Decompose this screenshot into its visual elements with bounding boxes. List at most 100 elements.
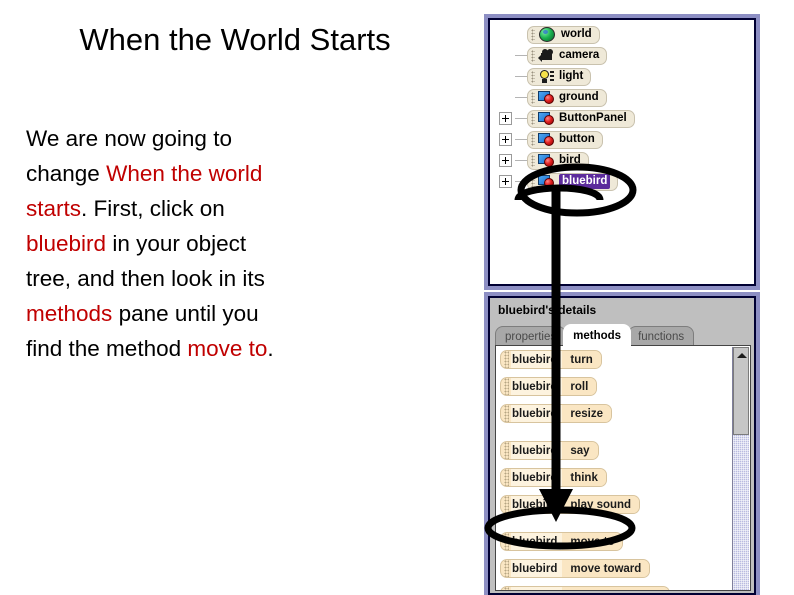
method-name-label: say: [562, 442, 598, 459]
tree-item-label: camera: [559, 49, 600, 61]
method-owner-label: bluebird: [511, 533, 563, 550]
method-name-label: turn: [562, 351, 601, 368]
method-owner-label: bluebird: [511, 405, 563, 422]
tree-connector-line: [515, 55, 527, 56]
method-tile[interactable]: bluebird say: [500, 441, 599, 460]
drag-grip-icon[interactable]: [531, 175, 535, 188]
method-tile[interactable]: bluebird move to: [500, 532, 624, 551]
object-tree-list: world camera light ground ButtonPanel button b…: [490, 24, 754, 192]
tree-item-ground[interactable]: ground: [490, 87, 754, 108]
drag-grip-icon[interactable]: [531, 112, 535, 125]
method-name-label: play sound: [562, 496, 640, 513]
drag-grip-icon[interactable]: [504, 560, 509, 577]
method-name-label: roll: [562, 378, 597, 395]
methods-scrollbar[interactable]: [732, 347, 749, 590]
drag-grip-icon[interactable]: [531, 133, 535, 146]
drag-grip-icon[interactable]: [531, 28, 535, 41]
drag-grip-icon[interactable]: [531, 49, 535, 62]
tree-tile[interactable]: light: [527, 67, 592, 86]
tree-toggle-spacer: [499, 70, 512, 83]
tab-methods[interactable]: methods: [563, 324, 632, 346]
tree-item-label: light: [559, 70, 584, 82]
drag-grip-icon[interactable]: [504, 442, 509, 459]
method-row[interactable]: bluebirdmove away from: [500, 585, 728, 590]
details-panel: bluebird's details properties methods func…: [484, 292, 760, 595]
tree-item-bluebird[interactable]: bluebird: [490, 171, 754, 192]
tree-item-label: world: [561, 28, 592, 40]
slide-text-plain: . First, click on: [81, 196, 225, 221]
object-icon: [538, 153, 555, 168]
method-tile[interactable]: bluebirdmove away from: [500, 586, 670, 590]
tree-tile[interactable]: bluebird: [527, 172, 619, 191]
method-row[interactable]: bluebird roll: [500, 376, 728, 397]
slide-text-highlight: move to: [187, 336, 268, 361]
tree-item-bird[interactable]: bird: [490, 150, 754, 171]
drag-grip-icon[interactable]: [504, 469, 509, 486]
drag-grip-icon[interactable]: [504, 378, 509, 395]
tree-tile[interactable]: ButtonPanel: [527, 109, 635, 128]
method-row[interactable]: bluebird move toward: [500, 558, 728, 579]
drag-grip-icon[interactable]: [531, 154, 535, 167]
details-tab-strip: properties methods functions: [495, 324, 695, 346]
method-tile[interactable]: bluebird think: [500, 468, 607, 487]
method-row[interactable]: bluebird resize: [500, 403, 728, 424]
expand-plus-icon[interactable]: [499, 154, 512, 167]
tree-connector-line: [515, 181, 527, 182]
tree-item-button[interactable]: button: [490, 129, 754, 150]
tree-item-buttonpanel[interactable]: ButtonPanel: [490, 108, 754, 129]
drag-grip-icon[interactable]: [531, 91, 535, 104]
drag-grip-icon[interactable]: [504, 351, 509, 368]
tree-tile[interactable]: bird: [527, 151, 589, 170]
tree-item-label: button: [559, 133, 595, 145]
object-icon: [538, 174, 555, 189]
tree-item-light[interactable]: light: [490, 66, 754, 87]
tree-item-world[interactable]: world: [490, 24, 754, 45]
tree-connector-line: [515, 139, 527, 140]
method-row[interactable]: bluebird turn: [500, 349, 728, 370]
scroll-up-arrow-icon[interactable]: [737, 353, 747, 358]
method-row[interactable]: bluebird move to: [500, 531, 728, 552]
tree-tile[interactable]: world: [527, 25, 600, 44]
tree-connector-line: [515, 97, 527, 98]
details-viewport: bluebird's details properties methods func…: [488, 296, 756, 595]
drag-grip-icon[interactable]: [504, 405, 509, 422]
details-title: bluebird's details: [498, 303, 597, 317]
tree-item-label: ground: [559, 91, 599, 103]
tree-item-label: bluebird: [559, 174, 611, 189]
tree-tile[interactable]: camera: [527, 46, 608, 65]
object-icon: [538, 132, 555, 147]
expand-plus-icon[interactable]: [499, 133, 512, 146]
expand-plus-icon[interactable]: [499, 112, 512, 125]
tree-tile[interactable]: ground: [527, 88, 607, 107]
tab-functions[interactable]: functions: [628, 326, 695, 346]
method-tile[interactable]: bluebird move toward: [500, 559, 651, 578]
tab-properties[interactable]: properties: [495, 326, 567, 346]
method-row[interactable]: bluebird think: [500, 467, 728, 488]
method-owner-label: bluebird: [511, 351, 563, 368]
tree-connector-line: [515, 76, 527, 77]
tree-tile[interactable]: button: [527, 130, 603, 149]
method-row[interactable]: bluebird play sound: [500, 494, 728, 515]
drag-grip-icon[interactable]: [504, 496, 509, 513]
method-owner-label: bluebird: [511, 442, 563, 459]
drag-grip-icon[interactable]: [504, 533, 509, 550]
method-owner-label: bluebird: [511, 378, 563, 395]
object-tree-panel: world camera light ground ButtonPanel button b…: [484, 14, 760, 290]
tree-connector-line: [515, 34, 527, 35]
method-name-label: think: [562, 469, 606, 486]
method-name-label: move to: [562, 533, 623, 550]
method-tile[interactable]: bluebird turn: [500, 350, 602, 369]
tree-toggle-spacer: [499, 49, 512, 62]
tree-toggle-spacer: [499, 28, 512, 41]
tree-item-camera[interactable]: camera: [490, 45, 754, 66]
scrollbar-thumb[interactable]: [733, 347, 749, 435]
world-icon: [538, 26, 557, 43]
method-tile[interactable]: bluebird play sound: [500, 495, 641, 514]
expand-plus-icon[interactable]: [499, 175, 512, 188]
method-name-label: resize: [562, 405, 611, 422]
method-tile[interactable]: bluebird resize: [500, 404, 612, 423]
drag-grip-icon[interactable]: [504, 587, 509, 590]
method-tile[interactable]: bluebird roll: [500, 377, 598, 396]
method-row[interactable]: bluebird say: [500, 440, 728, 461]
drag-grip-icon[interactable]: [531, 70, 535, 83]
